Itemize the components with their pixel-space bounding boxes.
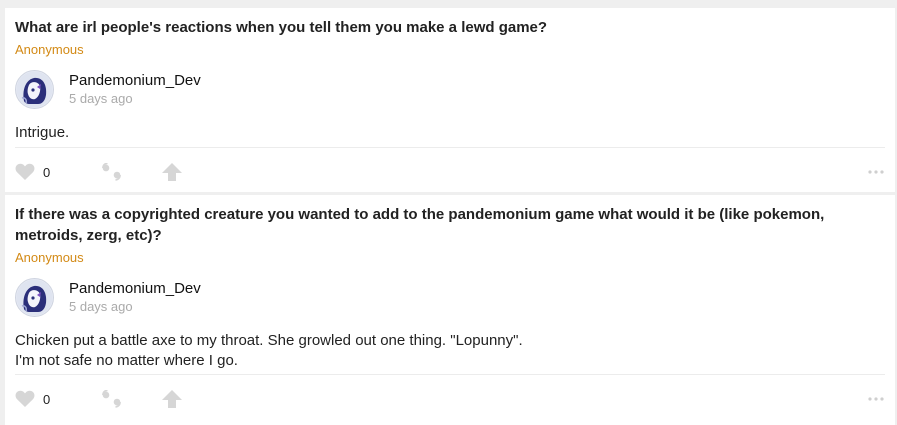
question-text[interactable]: If there was a copyrighted creature you … <box>15 204 885 246</box>
like-count: 0 <box>43 391 51 407</box>
more-options-button[interactable] <box>867 169 885 175</box>
divider <box>15 147 885 148</box>
action-bar: 0 <box>15 160 885 184</box>
quote-button[interactable] <box>101 163 161 181</box>
like-count: 0 <box>43 164 51 180</box>
avatar-icon <box>16 71 53 108</box>
answer-line: Intrigue. <box>15 124 70 141</box>
post-time: 5 days ago <box>69 299 133 314</box>
asker-name: Anonymous <box>15 42 84 57</box>
question-card: What are irl people's reactions when you… <box>5 8 895 192</box>
answer-text: Intrigue. <box>15 123 885 143</box>
author-row: Pandemonium_Dev 5 days ago <box>15 70 885 109</box>
quote-button[interactable] <box>101 390 161 408</box>
author-info: Pandemonium_Dev 5 days ago <box>69 280 201 315</box>
answer-line: I'm not safe no matter where I go. <box>15 352 238 369</box>
quote-icon <box>102 390 121 408</box>
question-card: If there was a copyrighted creature you … <box>5 195 895 425</box>
asker-name: Anonymous <box>15 250 84 265</box>
answer-line: Chicken put a battle axe to my throat. S… <box>15 332 523 349</box>
answer-text: Chicken put a battle axe to my throat. S… <box>15 331 885 371</box>
author-row: Pandemonium_Dev 5 days ago <box>15 278 885 317</box>
avatar[interactable] <box>15 278 54 317</box>
author-name[interactable]: Pandemonium_Dev <box>69 280 201 298</box>
like-button[interactable]: 0 <box>15 163 101 181</box>
arrow-up-icon <box>162 163 182 181</box>
heart-icon <box>15 163 35 180</box>
more-options-button[interactable] <box>867 396 885 402</box>
divider <box>15 374 885 375</box>
question-text[interactable]: What are irl people's reactions when you… <box>15 17 885 38</box>
heart-icon <box>15 390 35 407</box>
action-bar: 0 <box>15 387 885 411</box>
arrow-up-icon <box>162 390 182 408</box>
question-feed: What are irl people's reactions when you… <box>0 0 897 425</box>
avatar-icon <box>16 279 53 316</box>
more-icon <box>868 170 884 174</box>
like-button[interactable]: 0 <box>15 390 101 408</box>
author-info: Pandemonium_Dev 5 days ago <box>69 72 201 107</box>
avatar[interactable] <box>15 70 54 109</box>
share-button[interactable] <box>161 162 183 182</box>
more-icon <box>868 397 884 401</box>
quote-icon <box>102 163 121 181</box>
post-time: 5 days ago <box>69 91 133 106</box>
author-name[interactable]: Pandemonium_Dev <box>69 72 201 90</box>
share-button[interactable] <box>161 389 183 409</box>
